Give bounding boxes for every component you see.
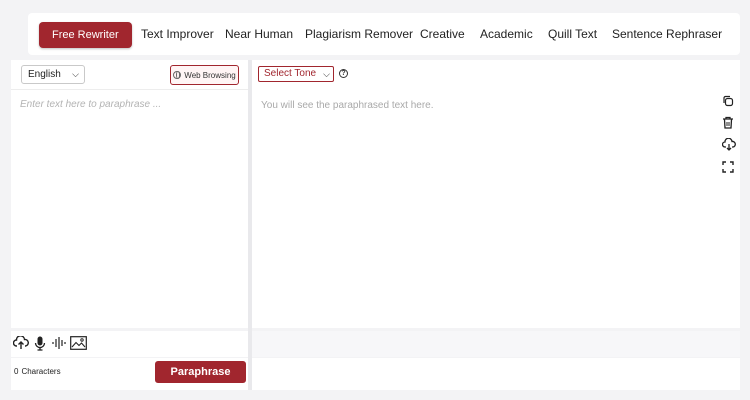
character-count: 0 Characters (14, 367, 61, 376)
upload-cloud-icon[interactable] (12, 335, 29, 355)
tab-creative[interactable]: Creative (420, 27, 465, 41)
character-count-label: Characters (21, 367, 61, 376)
output-footer (252, 358, 740, 390)
tab-plagiarism-remover[interactable]: Plagiarism Remover (305, 27, 413, 41)
language-value: English (28, 69, 61, 80)
output-panel: Select Tone ⌵ ? You will see the paraphr… (252, 60, 740, 328)
output-toolbar (252, 331, 740, 357)
divider (11, 89, 248, 90)
web-browsing-label: Web Browsing (184, 70, 236, 80)
globe-icon (173, 71, 182, 79)
tab-text-improver[interactable]: Text Improver (141, 27, 214, 41)
paraphraser-app: Free Rewriter Text Improver Near Human P… (0, 0, 750, 400)
chevron-down-icon: ⌵ (323, 69, 330, 79)
trash-icon[interactable] (722, 116, 736, 134)
character-count-value: 0 (14, 367, 19, 376)
audio-wave-icon[interactable] (52, 336, 66, 355)
paraphrase-button[interactable]: Paraphrase (155, 361, 246, 383)
output-actions (721, 94, 736, 182)
language-select[interactable]: English ⌵ (21, 65, 85, 84)
input-footer: 0 Characters Paraphrase (11, 358, 248, 390)
tab-quill-text[interactable]: Quill Text (548, 27, 597, 41)
input-toolbar (11, 331, 248, 357)
tab-sentence-rephraser[interactable]: Sentence Rephraser (612, 27, 722, 41)
input-panel: English ⌵ Web Browsing Enter text here t… (11, 60, 248, 328)
download-cloud-icon[interactable] (721, 137, 736, 156)
output-textarea: You will see the paraphrased text here. (261, 100, 434, 111)
microphone-icon[interactable] (34, 336, 46, 356)
image-icon[interactable] (70, 336, 87, 355)
tab-free-rewriter[interactable]: Free Rewriter (39, 22, 132, 48)
tone-value: Select Tone (264, 68, 317, 79)
mode-tabs: Free Rewriter Text Improver Near Human P… (28, 13, 740, 55)
web-browsing-button[interactable]: Web Browsing (170, 65, 239, 85)
help-icon[interactable]: ? (339, 69, 348, 78)
copy-icon[interactable] (722, 94, 736, 112)
tone-select[interactable]: Select Tone ⌵ (258, 66, 334, 82)
tab-near-human[interactable]: Near Human (225, 27, 293, 41)
chevron-down-icon: ⌵ (72, 69, 79, 79)
input-textarea[interactable]: Enter text here to paraphrase ... (20, 99, 161, 110)
tab-academic[interactable]: Academic (480, 27, 533, 41)
fullscreen-icon[interactable] (722, 160, 736, 178)
